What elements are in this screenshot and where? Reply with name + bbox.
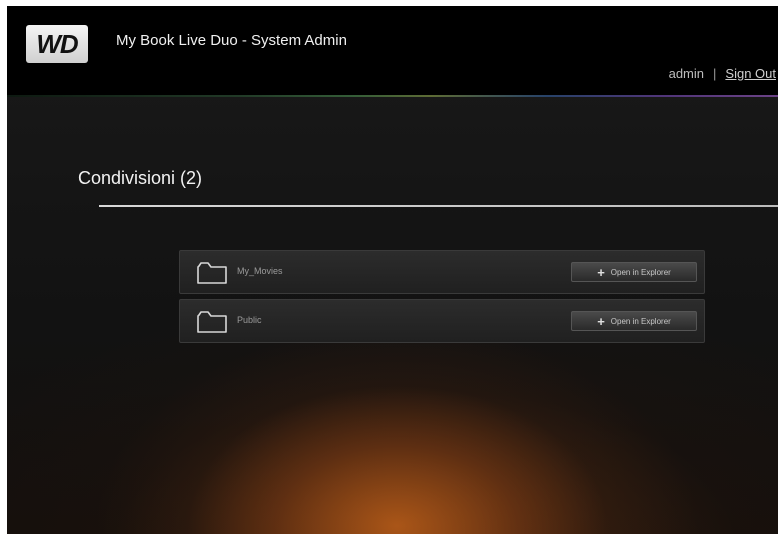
app-title: My Book Live Duo - System Admin [116, 32, 347, 49]
share-row[interactable]: Public + Open in Explorer [179, 299, 705, 343]
share-list: My_Movies + Open in Explorer Public + Op… [179, 250, 705, 348]
wd-logo[interactable]: WD [26, 25, 88, 63]
open-in-explorer-label: Open in Explorer [610, 267, 671, 277]
plus-icon: + [597, 313, 605, 329]
open-in-explorer-button[interactable]: + Open in Explorer [571, 262, 697, 282]
share-name: My_Movies [237, 266, 283, 276]
username-label: admin [668, 66, 705, 81]
open-in-explorer-label: Open in Explorer [610, 316, 671, 326]
top-header: WD My Book Live Duo - System Admin admin… [7, 6, 778, 95]
title-divider [99, 205, 778, 207]
app-window: WD My Book Live Duo - System Admin admin… [7, 6, 778, 534]
open-in-explorer-button[interactable]: + Open in Explorer [571, 311, 697, 331]
logo-text: WD [36, 28, 78, 59]
page-title: Condivisioni (2) [78, 168, 203, 188]
folder-icon [197, 262, 227, 284]
sign-out-link[interactable]: Sign Out [725, 66, 776, 81]
user-separator: | [713, 66, 717, 81]
share-name: Public [237, 315, 262, 325]
header-accent-line [7, 95, 778, 97]
plus-icon: + [597, 264, 605, 280]
user-area: admin | Sign Out [669, 66, 776, 81]
folder-icon [197, 311, 227, 333]
share-row[interactable]: My_Movies + Open in Explorer [179, 250, 705, 294]
